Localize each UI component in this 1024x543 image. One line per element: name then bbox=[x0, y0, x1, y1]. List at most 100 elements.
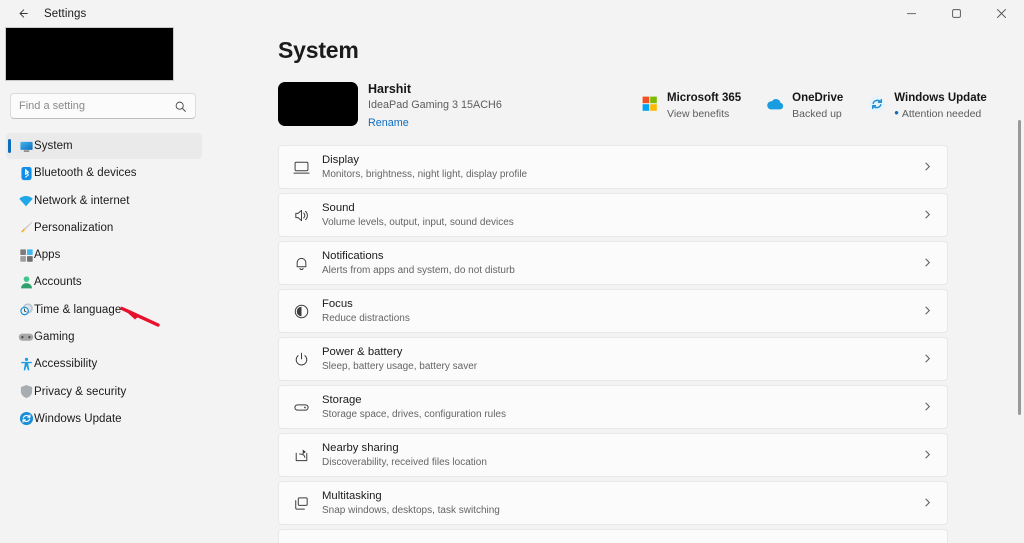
sidebar-item-label: Bluetooth & devices bbox=[34, 167, 137, 180]
person-icon bbox=[18, 274, 34, 290]
settings-row-sound[interactable]: Sound Volume levels, output, input, soun… bbox=[278, 193, 948, 237]
update-sync-icon bbox=[867, 94, 887, 114]
window-title: Settings bbox=[44, 7, 87, 20]
settings-row-subtitle: Snap windows, desktops, task switching bbox=[322, 505, 500, 516]
sidebar-item-apps[interactable]: Apps bbox=[6, 242, 202, 268]
settings-row-title: Nearby sharing bbox=[322, 442, 399, 454]
content-scrollbar[interactable] bbox=[1018, 120, 1021, 415]
sidebar-item-system[interactable]: System bbox=[6, 133, 202, 159]
sidebar-item-network-internet[interactable]: Network & internet bbox=[6, 188, 202, 214]
focus-icon bbox=[291, 301, 311, 321]
maximize-button[interactable] bbox=[934, 0, 979, 27]
settings-row-text: Storage Storage space, drives, configura… bbox=[322, 393, 506, 421]
settings-row-focus[interactable]: Focus Reduce distractions bbox=[278, 289, 948, 333]
apps-icon bbox=[18, 247, 34, 263]
sidebar-item-windows-update[interactable]: Windows Update bbox=[6, 406, 202, 432]
settings-row-power-battery[interactable]: Power & battery Sleep, battery usage, ba… bbox=[278, 337, 948, 381]
sidebar-item-label: Network & internet bbox=[34, 194, 130, 207]
settings-row-text: Display Monitors, brightness, night ligh… bbox=[322, 153, 527, 181]
sidebar-item-personalization[interactable]: Personalization bbox=[6, 215, 202, 241]
widget-windows-update[interactable]: Windows Update Attention needed bbox=[867, 91, 987, 121]
nearby-share-icon bbox=[291, 445, 311, 465]
sidebar-item-label: Accessibility bbox=[34, 358, 98, 371]
search-icon bbox=[174, 100, 187, 113]
sidebar-nav: System Bluetooth & devices Network & int… bbox=[6, 133, 202, 433]
chevron-right-icon bbox=[922, 497, 934, 509]
monitor-icon bbox=[18, 138, 34, 154]
chevron-right-icon bbox=[922, 401, 934, 413]
settings-row-title: Multitasking bbox=[322, 490, 382, 502]
sidebar-item-label: Accounts bbox=[34, 276, 82, 289]
close-button[interactable] bbox=[979, 0, 1024, 27]
account-info-redacted bbox=[5, 27, 174, 81]
settings-row-subtitle: Alerts from apps and system, do not dist… bbox=[322, 265, 515, 276]
settings-row-display[interactable]: Display Monitors, brightness, night ligh… bbox=[278, 145, 948, 189]
sidebar-item-accounts[interactable]: Accounts bbox=[6, 269, 202, 295]
settings-row-title: Focus bbox=[322, 298, 353, 310]
sidebar-item-label: Windows Update bbox=[34, 412, 122, 425]
sidebar-item-label: Time & language bbox=[34, 303, 122, 316]
multitasking-icon bbox=[291, 493, 311, 513]
sidebar-item-gaming[interactable]: Gaming bbox=[6, 324, 202, 350]
device-model: IdeaPad Gaming 3 15ACH6 bbox=[368, 99, 502, 111]
bluetooth-icon bbox=[18, 165, 34, 181]
sidebar-item-bluetooth-devices[interactable]: Bluetooth & devices bbox=[6, 160, 202, 186]
close-icon bbox=[996, 8, 1007, 19]
settings-row-subtitle: Storage space, drives, configuration rul… bbox=[322, 409, 506, 420]
clock-globe-icon bbox=[18, 302, 34, 318]
sidebar-item-privacy-security[interactable]: Privacy & security bbox=[6, 379, 202, 405]
gamepad-icon bbox=[18, 329, 34, 345]
settings-row-nearby-sharing[interactable]: Nearby sharing Discoverability, received… bbox=[278, 433, 948, 477]
sidebar-item-time-language[interactable]: Time & language bbox=[6, 297, 202, 323]
update-icon bbox=[18, 411, 34, 427]
settings-row-text: Sound Volume levels, output, input, soun… bbox=[322, 201, 514, 229]
power-icon bbox=[291, 349, 311, 369]
minimize-button[interactable] bbox=[889, 0, 934, 27]
settings-row-subtitle: Reduce distractions bbox=[322, 313, 410, 324]
widget-onedrive[interactable]: OneDrive Backed up bbox=[765, 91, 843, 121]
storage-icon bbox=[291, 397, 311, 417]
speaker-icon bbox=[291, 205, 311, 225]
settings-row-multitasking[interactable]: Multitasking Snap windows, desktops, tas… bbox=[278, 481, 948, 525]
widget-title: Windows Update bbox=[894, 92, 987, 104]
settings-row-partial[interactable] bbox=[278, 529, 948, 543]
onedrive-cloud-icon bbox=[765, 94, 785, 114]
settings-list: Display Monitors, brightness, night ligh… bbox=[278, 145, 948, 543]
search-input[interactable] bbox=[19, 100, 174, 112]
sidebar: System Bluetooth & devices Network bbox=[0, 27, 208, 543]
chevron-right-icon bbox=[922, 449, 934, 461]
widget-microsoft-365[interactable]: Microsoft 365 View benefits bbox=[640, 91, 741, 121]
widget-subtitle: Backed up bbox=[792, 108, 842, 120]
widget-title: Microsoft 365 bbox=[667, 92, 742, 104]
settings-row-notifications[interactable]: Notifications Alerts from apps and syste… bbox=[278, 241, 948, 285]
sidebar-item-label: System bbox=[34, 140, 73, 152]
chevron-right-icon bbox=[922, 305, 934, 317]
widget-title: OneDrive bbox=[792, 92, 844, 104]
profile-text: Harshit IdeaPad Gaming 3 15ACH6 Rename bbox=[368, 81, 502, 131]
settings-row-title: Sound bbox=[322, 202, 355, 214]
title-bar: Settings bbox=[0, 0, 1024, 27]
chevron-right-icon bbox=[922, 353, 934, 365]
settings-row-text: Focus Reduce distractions bbox=[322, 297, 410, 325]
restore-icon bbox=[951, 8, 962, 19]
sidebar-item-accessibility[interactable]: Accessibility bbox=[6, 351, 202, 377]
settings-row-subtitle: Volume levels, output, input, sound devi… bbox=[322, 217, 514, 228]
sidebar-item-label: Privacy & security bbox=[34, 385, 127, 398]
settings-row-storage[interactable]: Storage Storage space, drives, configura… bbox=[278, 385, 948, 429]
settings-row-title: Storage bbox=[322, 394, 362, 406]
accessibility-icon bbox=[18, 356, 34, 372]
settings-row-title: Notifications bbox=[322, 250, 384, 262]
search-box[interactable] bbox=[10, 93, 196, 119]
settings-window: Settings Find a setting System Bluetooth… bbox=[0, 0, 1024, 543]
sidebar-item-label: Gaming bbox=[34, 331, 75, 344]
settings-row-text: Power & battery Sleep, battery usage, ba… bbox=[322, 345, 477, 373]
content-area: System Harshit IdeaPad Gaming 3 15ACH6 R… bbox=[208, 27, 1024, 543]
display-icon bbox=[291, 157, 311, 177]
rename-link[interactable]: Rename bbox=[368, 116, 409, 130]
back-button[interactable] bbox=[6, 2, 38, 26]
profile-name: Harshit bbox=[368, 82, 412, 96]
chevron-right-icon bbox=[922, 209, 934, 221]
sidebar-item-label: Personalization bbox=[34, 221, 114, 234]
bell-icon bbox=[291, 253, 311, 273]
settings-row-subtitle: Discoverability, received files location bbox=[322, 457, 487, 468]
